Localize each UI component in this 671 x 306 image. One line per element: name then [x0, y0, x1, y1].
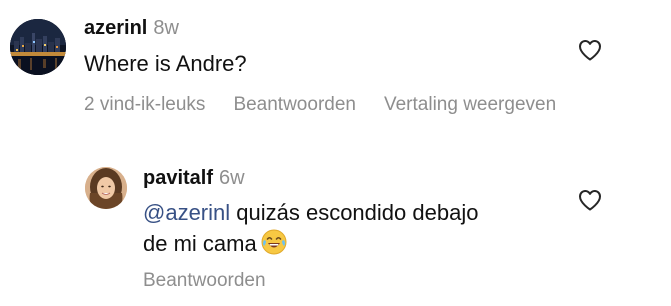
comment-header: azerinl 8w	[84, 16, 179, 40]
comment-thread: azerinl 8w Where is Andre? 2 vind-ik-leuk…	[0, 0, 671, 306]
reply-actions: Beantwoorden	[143, 268, 266, 294]
avatar[interactable]	[10, 19, 66, 75]
comment-timestamp: 8w	[153, 17, 179, 39]
comment-username[interactable]: azerinl	[84, 17, 147, 39]
reply-username[interactable]: pavitalf	[143, 167, 213, 189]
reply-text-line2: de mi cama	[143, 231, 257, 256]
laughing-emoji-icon	[261, 229, 287, 263]
heart-outline-icon[interactable]	[578, 189, 602, 211]
city-skyline-image	[10, 19, 66, 75]
reply-timestamp: 6w	[219, 167, 245, 189]
reply-button[interactable]: Beantwoorden	[233, 92, 356, 118]
heart-outline-icon[interactable]	[578, 39, 602, 61]
woman-portrait-image	[85, 167, 127, 209]
avatar[interactable]	[85, 167, 127, 209]
comment-actions: 2 vind-ik-leuks Beantwoorden Vertaling wee…	[84, 92, 671, 118]
reply-header: pavitalf 6w	[143, 166, 245, 190]
reply-text-line1: quizás escondido debajo	[230, 200, 479, 225]
mention-link[interactable]: @azerinl	[143, 200, 230, 225]
reply-text: @azerinl quizás escondido debajo de mi c…	[143, 197, 563, 263]
see-translation-link[interactable]: Vertaling weergeven	[384, 92, 556, 118]
reply-button[interactable]: Beantwoorden	[143, 270, 266, 291]
comment-text: Where is Andre?	[84, 51, 247, 76]
likes-count-link[interactable]: 2 vind-ik-leuks	[84, 92, 205, 118]
